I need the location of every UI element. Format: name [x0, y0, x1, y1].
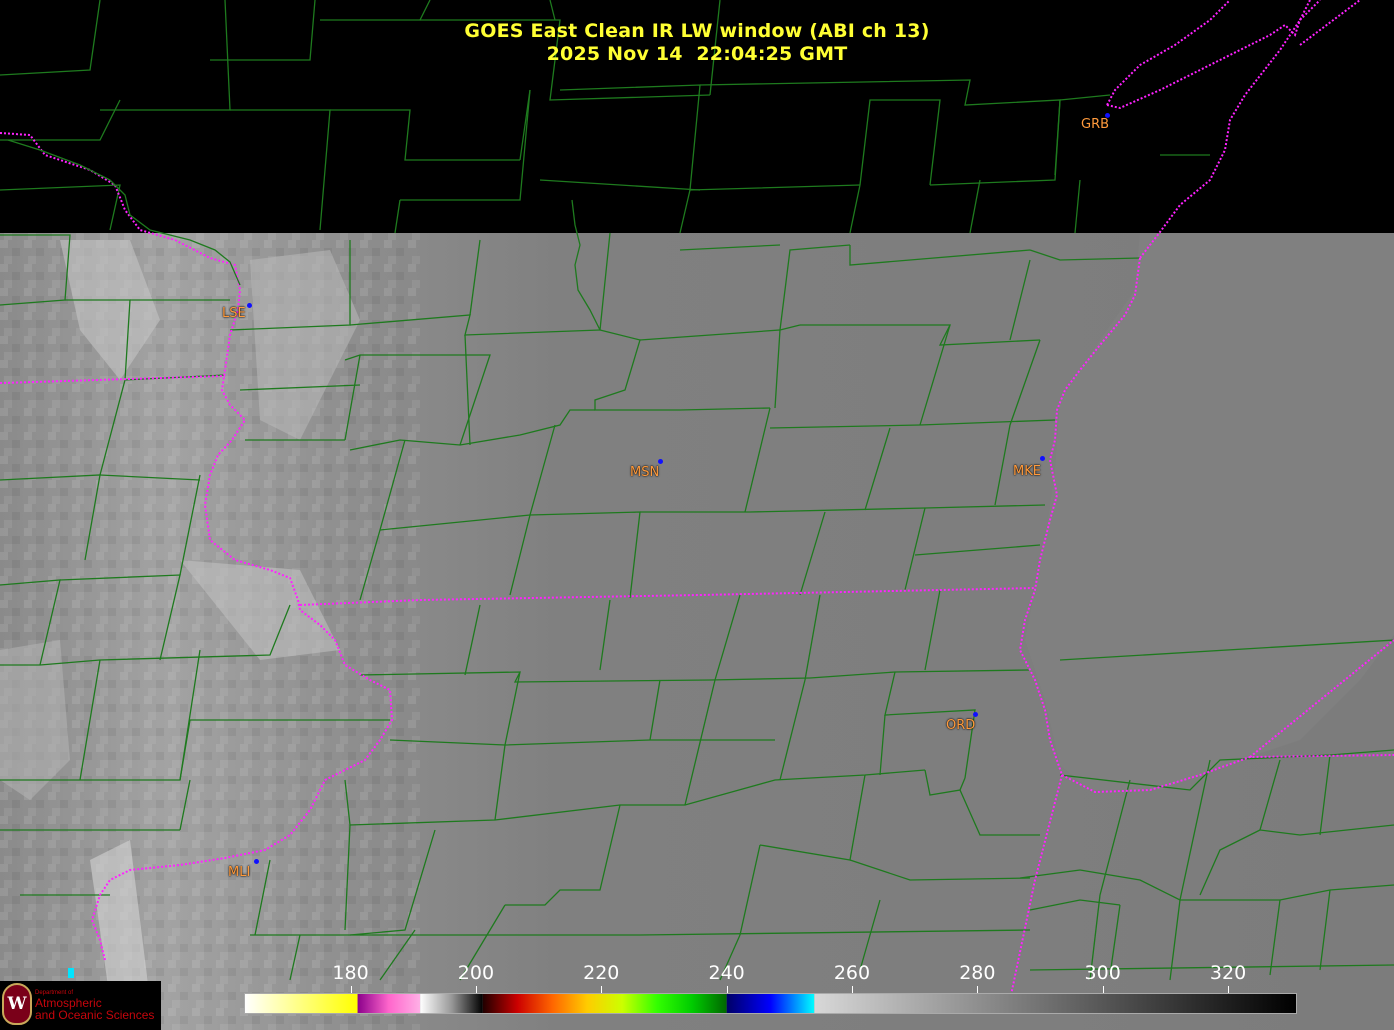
colorbar-tick-label: 180 [332, 962, 369, 984]
colorbar-segment [357, 994, 421, 1013]
city-label-mli: MLI [228, 865, 251, 880]
colorbar-segment [482, 994, 727, 1013]
colorbar-tick-label: 300 [1084, 962, 1121, 984]
aos-logo: W Department of Atmospheric and Oceanic … [0, 981, 161, 1030]
cloud-texture [0, 233, 420, 1030]
colorbar-tick-mark [726, 986, 728, 993]
colorbar-tick-label: 200 [457, 962, 495, 984]
city-label-grb: GRB [1081, 117, 1110, 132]
colorbar-tick-mark [475, 986, 477, 993]
colorbar-tick-label: 260 [833, 962, 871, 984]
colorbar-segment [420, 994, 483, 1013]
logo-text: Department of Atmospheric and Oceanic Sc… [35, 990, 154, 1021]
map-canvas [0, 0, 1394, 1030]
colorbar-tick-label: 240 [708, 962, 745, 984]
logo-line-3: and Oceanic Sciences [35, 1008, 155, 1022]
cyan-pixel-mark [68, 968, 74, 978]
city-dot-lse [247, 303, 252, 308]
colorbar-tick-label: 280 [959, 962, 996, 984]
city-label-lse: LSE [222, 306, 246, 321]
city-dot-msn [658, 459, 663, 464]
uw-seal-icon: W [2, 983, 32, 1025]
colorbar [244, 993, 1297, 1014]
colorbar-segment [814, 994, 1296, 1013]
city-label-mke: MKE [1013, 464, 1041, 479]
colorbar-tick-mark [350, 986, 352, 993]
city-dot-mke [1040, 456, 1045, 461]
colorbar-tick-mark [1102, 986, 1104, 993]
map-title: GOES East Clean IR LW window (ABI ch 13)… [0, 20, 1394, 66]
colorbar-tick-mark [1228, 986, 1230, 993]
colorbar-tick-mark [601, 986, 603, 993]
colorbar-tick-label: 220 [583, 962, 620, 984]
city-dot-ord [973, 712, 978, 717]
city-label-msn: MSN [630, 465, 660, 480]
colorbar-tick-mark [977, 986, 979, 993]
title-line-2: 2025 Nov 14 22:04:25 GMT [546, 43, 848, 65]
city-dot-mli [254, 859, 259, 864]
colorbar-tick-mark [851, 986, 853, 993]
colorbar-segment [245, 994, 358, 1013]
colorbar-tick-label: 320 [1209, 962, 1247, 984]
title-line-1: GOES East Clean IR LW window (ABI ch 13) [464, 20, 930, 42]
satellite-map: GOES East Clean IR LW window (ABI ch 13)… [0, 0, 1394, 1030]
city-label-ord: ORD [946, 718, 976, 733]
colorbar-segment [726, 994, 815, 1013]
